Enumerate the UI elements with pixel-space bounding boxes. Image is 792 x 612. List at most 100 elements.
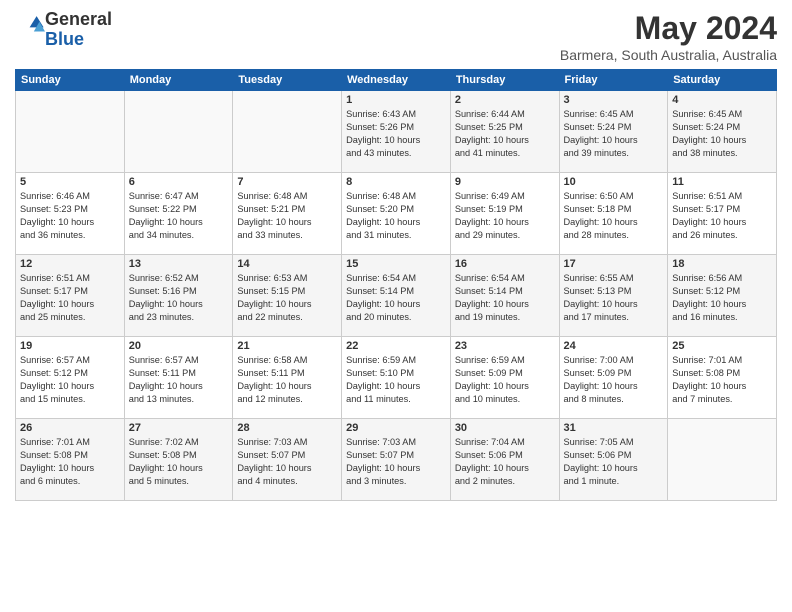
logo-icon	[17, 13, 45, 41]
day-number: 4	[672, 94, 772, 106]
day-details: Sunrise: 6:45 AM Sunset: 5:24 PM Dayligh…	[672, 108, 772, 160]
day-details: Sunrise: 6:49 AM Sunset: 5:19 PM Dayligh…	[455, 190, 555, 242]
header-friday: Friday	[559, 70, 668, 91]
day-number: 29	[346, 422, 446, 434]
day-number: 7	[237, 176, 337, 188]
day-details: Sunrise: 6:56 AM Sunset: 5:12 PM Dayligh…	[672, 272, 772, 324]
header-sunday: Sunday	[16, 70, 125, 91]
table-row	[668, 419, 777, 501]
day-number: 31	[564, 422, 664, 434]
day-details: Sunrise: 6:53 AM Sunset: 5:15 PM Dayligh…	[237, 272, 337, 324]
day-number: 28	[237, 422, 337, 434]
table-row: 27 Sunrise: 7:02 AM Sunset: 5:08 PM Dayli…	[124, 419, 233, 501]
day-number: 25	[672, 340, 772, 352]
day-details: Sunrise: 6:51 AM Sunset: 5:17 PM Dayligh…	[672, 190, 772, 242]
day-details: Sunrise: 7:03 AM Sunset: 5:07 PM Dayligh…	[346, 436, 446, 488]
day-details: Sunrise: 6:58 AM Sunset: 5:11 PM Dayligh…	[237, 354, 337, 406]
table-row	[124, 91, 233, 173]
day-details: Sunrise: 7:02 AM Sunset: 5:08 PM Dayligh…	[129, 436, 229, 488]
day-details: Sunrise: 6:52 AM Sunset: 5:16 PM Dayligh…	[129, 272, 229, 324]
calendar-header-row: Sunday Monday Tuesday Wednesday Thursday…	[16, 70, 777, 91]
header: General Blue May 2024 Barmera, South Aus…	[15, 10, 777, 63]
table-row: 15 Sunrise: 6:54 AM Sunset: 5:14 PM Dayli…	[342, 255, 451, 337]
day-details: Sunrise: 7:01 AM Sunset: 5:08 PM Dayligh…	[20, 436, 120, 488]
day-details: Sunrise: 6:45 AM Sunset: 5:24 PM Dayligh…	[564, 108, 664, 160]
table-row	[16, 91, 125, 173]
table-row: 4 Sunrise: 6:45 AM Sunset: 5:24 PM Daylig…	[668, 91, 777, 173]
day-number: 21	[237, 340, 337, 352]
calendar-week-row: 19Sunrise: 6:57 AM Sunset: 5:12 PM Dayli…	[16, 337, 777, 419]
day-number: 18	[672, 258, 772, 270]
table-row: 14 Sunrise: 6:53 AM Sunset: 5:15 PM Dayli…	[233, 255, 342, 337]
table-row: 28 Sunrise: 7:03 AM Sunset: 5:07 PM Dayli…	[233, 419, 342, 501]
calendar-week-row: 5 Sunrise: 6:46 AM Sunset: 5:23 PM Daylig…	[16, 173, 777, 255]
day-details: Sunrise: 7:00 AM Sunset: 5:09 PM Dayligh…	[564, 354, 664, 406]
day-details: Sunrise: 6:47 AM Sunset: 5:22 PM Dayligh…	[129, 190, 229, 242]
day-details: Sunrise: 6:57 AM Sunset: 5:11 PM Dayligh…	[129, 354, 229, 406]
table-row: 16 Sunrise: 6:54 AM Sunset: 5:14 PM Dayli…	[450, 255, 559, 337]
table-row: 10 Sunrise: 6:50 AM Sunset: 5:18 PM Dayli…	[559, 173, 668, 255]
header-thursday: Thursday	[450, 70, 559, 91]
day-number: 22	[346, 340, 446, 352]
table-row: 20Sunrise: 6:57 AM Sunset: 5:11 PM Dayli…	[124, 337, 233, 419]
day-details: Sunrise: 6:54 AM Sunset: 5:14 PM Dayligh…	[346, 272, 446, 324]
table-row: 18 Sunrise: 6:56 AM Sunset: 5:12 PM Dayli…	[668, 255, 777, 337]
day-details: Sunrise: 6:55 AM Sunset: 5:13 PM Dayligh…	[564, 272, 664, 324]
day-number: 15	[346, 258, 446, 270]
day-number: 9	[455, 176, 555, 188]
day-number: 10	[564, 176, 664, 188]
table-row: 22 Sunrise: 6:59 AM Sunset: 5:10 PM Dayli…	[342, 337, 451, 419]
day-details: Sunrise: 6:51 AM Sunset: 5:17 PM Dayligh…	[20, 272, 120, 324]
day-details: Sunrise: 7:04 AM Sunset: 5:06 PM Dayligh…	[455, 436, 555, 488]
day-details: Sunrise: 6:59 AM Sunset: 5:10 PM Dayligh…	[346, 354, 446, 406]
page: General Blue May 2024 Barmera, South Aus…	[0, 0, 792, 612]
header-monday: Monday	[124, 70, 233, 91]
day-details: Sunrise: 7:05 AM Sunset: 5:06 PM Dayligh…	[564, 436, 664, 488]
day-details: Sunrise: 6:44 AM Sunset: 5:25 PM Dayligh…	[455, 108, 555, 160]
day-number: 26	[20, 422, 120, 434]
table-row: 25Sunrise: 7:01 AM Sunset: 5:08 PM Dayli…	[668, 337, 777, 419]
header-saturday: Saturday	[668, 70, 777, 91]
title-block: May 2024 Barmera, South Australia, Austr…	[560, 10, 777, 63]
day-number: 11	[672, 176, 772, 188]
day-number: 17	[564, 258, 664, 270]
day-number: 14	[237, 258, 337, 270]
day-number: 1	[346, 94, 446, 106]
calendar-week-row: 26 Sunrise: 7:01 AM Sunset: 5:08 PM Dayli…	[16, 419, 777, 501]
table-row: 23 Sunrise: 6:59 AM Sunset: 5:09 PM Dayli…	[450, 337, 559, 419]
calendar-week-row: 12 Sunrise: 6:51 AM Sunset: 5:17 PM Dayli…	[16, 255, 777, 337]
day-number: 5	[20, 176, 120, 188]
table-row: 6 Sunrise: 6:47 AM Sunset: 5:22 PM Daylig…	[124, 173, 233, 255]
table-row: 21 Sunrise: 6:58 AM Sunset: 5:11 PM Dayli…	[233, 337, 342, 419]
table-row: 19Sunrise: 6:57 AM Sunset: 5:12 PM Dayli…	[16, 337, 125, 419]
day-number: 30	[455, 422, 555, 434]
day-details: Sunrise: 6:48 AM Sunset: 5:21 PM Dayligh…	[237, 190, 337, 242]
table-row: 9 Sunrise: 6:49 AM Sunset: 5:19 PM Daylig…	[450, 173, 559, 255]
table-row: 24Sunrise: 7:00 AM Sunset: 5:09 PM Dayli…	[559, 337, 668, 419]
table-row: 26 Sunrise: 7:01 AM Sunset: 5:08 PM Dayli…	[16, 419, 125, 501]
day-details: Sunrise: 6:46 AM Sunset: 5:23 PM Dayligh…	[20, 190, 120, 242]
table-row: 8 Sunrise: 6:48 AM Sunset: 5:20 PM Daylig…	[342, 173, 451, 255]
day-details: Sunrise: 7:03 AM Sunset: 5:07 PM Dayligh…	[237, 436, 337, 488]
table-row: 7 Sunrise: 6:48 AM Sunset: 5:21 PM Daylig…	[233, 173, 342, 255]
table-row: 5 Sunrise: 6:46 AM Sunset: 5:23 PM Daylig…	[16, 173, 125, 255]
day-number: 3	[564, 94, 664, 106]
sub-title: Barmera, South Australia, Australia	[560, 47, 777, 63]
day-number: 12	[20, 258, 120, 270]
table-row: 3 Sunrise: 6:45 AM Sunset: 5:24 PM Daylig…	[559, 91, 668, 173]
day-number: 13	[129, 258, 229, 270]
day-details: Sunrise: 6:54 AM Sunset: 5:14 PM Dayligh…	[455, 272, 555, 324]
main-title: May 2024	[560, 10, 777, 47]
day-number: 6	[129, 176, 229, 188]
day-details: Sunrise: 6:59 AM Sunset: 5:09 PM Dayligh…	[455, 354, 555, 406]
table-row: 12 Sunrise: 6:51 AM Sunset: 5:17 PM Dayli…	[16, 255, 125, 337]
day-details: Sunrise: 6:50 AM Sunset: 5:18 PM Dayligh…	[564, 190, 664, 242]
header-tuesday: Tuesday	[233, 70, 342, 91]
table-row: 30 Sunrise: 7:04 AM Sunset: 5:06 PM Dayli…	[450, 419, 559, 501]
day-number: 16	[455, 258, 555, 270]
day-number: 8	[346, 176, 446, 188]
day-number: 23	[455, 340, 555, 352]
day-details: Sunrise: 6:48 AM Sunset: 5:20 PM Dayligh…	[346, 190, 446, 242]
day-details: Sunrise: 6:57 AM Sunset: 5:12 PM Dayligh…	[20, 354, 120, 406]
day-number: 27	[129, 422, 229, 434]
